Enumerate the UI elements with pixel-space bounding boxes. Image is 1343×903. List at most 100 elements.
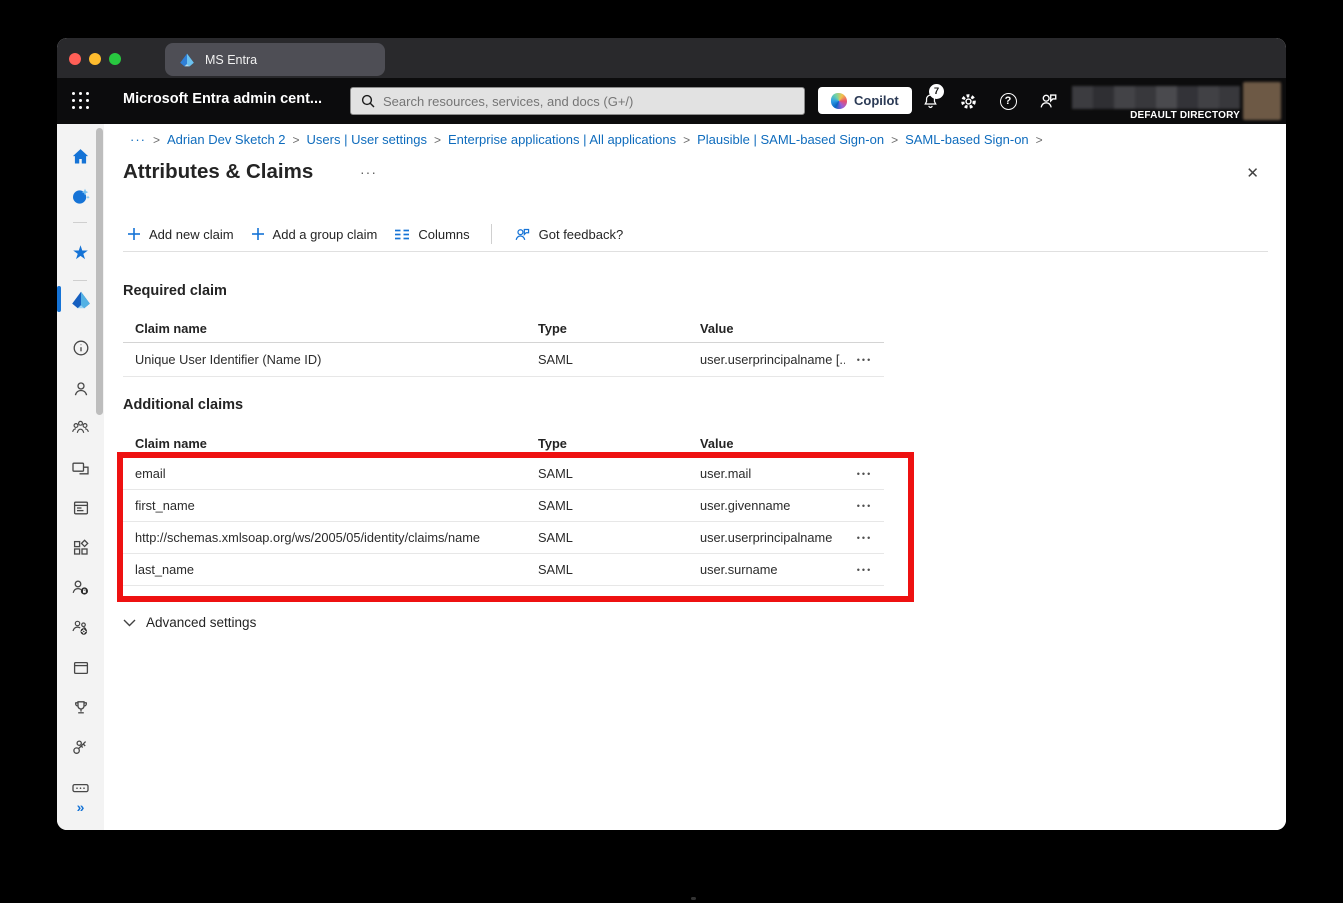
redaction-block (1219, 86, 1240, 109)
feedback-person-icon (1038, 91, 1058, 111)
selected-nav-indicator (57, 286, 61, 312)
app-window-icon (72, 499, 90, 517)
breadcrumb-item[interactable]: Users | User settings (307, 132, 427, 147)
close-icon[interactable]: ✕ (1246, 164, 1259, 182)
sidebar-item-users[interactable] (71, 379, 90, 398)
table-row[interactable]: first_name SAML user.givenname ••• (123, 490, 884, 522)
claim-type-cell: SAML (526, 498, 688, 513)
sidebar-item-password-reset[interactable] (71, 778, 90, 797)
waffle-dots (72, 92, 75, 95)
row-menu-button[interactable]: ••• (857, 501, 872, 511)
got-feedback-button[interactable]: Got feedback? (509, 226, 628, 243)
breadcrumb-item[interactable]: Enterprise applications | All applicatio… (448, 132, 676, 147)
tab-title: MS Entra (205, 53, 257, 67)
tab-strip: MS Entra (57, 38, 1286, 78)
home-icon (71, 147, 90, 166)
row-menu-button[interactable]: ••• (857, 355, 872, 365)
global-search[interactable] (350, 87, 805, 115)
required-claim-heading: Required claim (123, 283, 227, 299)
notifications-button[interactable]: 7 (919, 90, 941, 112)
feedback-button[interactable] (1037, 90, 1059, 112)
table-row[interactable]: email SAML user.mail ••• (123, 458, 884, 490)
sidebar-item-identity-protection[interactable] (71, 738, 90, 757)
sidebar-item-overview[interactable] (71, 338, 90, 357)
add-group-claim-label: Add a group claim (273, 227, 378, 242)
col-claim-name: Claim name (123, 436, 526, 451)
redaction-block (1198, 86, 1219, 109)
columns-button[interactable]: Columns (390, 227, 473, 242)
col-value: Value (688, 321, 845, 336)
sidebar-divider (73, 222, 87, 223)
claim-value-cell: user.userprincipalname [... (688, 352, 845, 367)
got-feedback-label: Got feedback? (539, 227, 624, 242)
keys-icon (71, 738, 90, 757)
table-row[interactable]: http://schemas.xmlsoap.org/ws/2005/05/id… (123, 522, 884, 554)
col-type: Type (526, 436, 688, 451)
browser-tab[interactable]: MS Entra (165, 43, 385, 76)
row-menu-button[interactable]: ••• (857, 469, 872, 479)
advanced-settings-label: Advanced settings (146, 615, 256, 630)
help-button[interactable]: ? (997, 90, 1019, 112)
claim-name-cell: http://schemas.xmlsoap.org/ws/2005/05/id… (123, 530, 526, 545)
chevron-right-icon: > (434, 133, 441, 147)
title-more-button[interactable]: ··· (360, 164, 377, 180)
sidebar-item-groups[interactable] (71, 418, 90, 437)
app-launcher-icon[interactable] (72, 92, 90, 110)
sidebar-item-app-registrations[interactable] (71, 538, 90, 557)
minimize-window-button[interactable] (89, 53, 101, 65)
breadcrumb-item[interactable]: Plausible | SAML-based Sign-on (697, 132, 884, 147)
search-input[interactable] (383, 94, 763, 109)
copilot-button[interactable]: Copilot (818, 87, 912, 114)
star-icon: ★ (72, 244, 89, 263)
claim-type-cell: SAML (526, 352, 688, 367)
sidebar-item-whats-new[interactable] (71, 187, 90, 206)
sidebar-item-favorites[interactable]: ★ (71, 244, 90, 263)
claim-name-cell: first_name (123, 498, 526, 513)
sidebar-scrollbar[interactable] (96, 128, 103, 415)
breadcrumb-overflow[interactable]: ··· (130, 132, 146, 147)
claim-type-cell: SAML (526, 466, 688, 481)
row-menu-button[interactable]: ••• (857, 565, 872, 575)
add-new-claim-label: Add new claim (149, 227, 234, 242)
columns-label: Columns (418, 227, 469, 242)
claim-type-cell: SAML (526, 562, 688, 577)
chevron-down-icon (123, 618, 136, 627)
row-menu-button[interactable]: ••• (857, 533, 872, 543)
sparkle-icon (71, 187, 90, 206)
info-icon (72, 339, 90, 357)
breadcrumb-item[interactable]: Adrian Dev Sketch 2 (167, 132, 286, 147)
gear-icon (959, 92, 978, 111)
sidebar-item-awards[interactable] (71, 698, 90, 717)
col-value: Value (688, 436, 845, 451)
close-window-button[interactable] (69, 53, 81, 65)
advanced-settings-toggle[interactable]: Advanced settings (123, 615, 256, 630)
sidebar-item-devices[interactable] (71, 458, 90, 477)
redacted-account-info (1072, 86, 1240, 109)
help-icon: ? (1000, 93, 1017, 110)
breadcrumb-item[interactable]: SAML-based Sign-on (905, 132, 1029, 147)
sidebar-item-applications[interactable] (71, 498, 90, 517)
person-lock-icon (71, 578, 90, 597)
table-row[interactable]: Unique User Identifier (Name ID) SAML us… (123, 343, 884, 377)
fullscreen-window-button[interactable] (109, 53, 121, 65)
sidebar-item-entra-id[interactable] (71, 290, 90, 309)
notification-badge: 7 (929, 84, 944, 99)
browser-frame-icon (72, 659, 90, 677)
copilot-label: Copilot (854, 93, 899, 108)
chevron-right-icon: > (683, 133, 690, 147)
account-avatar[interactable] (1243, 82, 1281, 120)
entra-id-icon (71, 291, 91, 309)
settings-button[interactable] (957, 90, 979, 112)
table-header-row: Claim name Type Value (123, 314, 884, 343)
page-title: Attributes & Claims (123, 160, 313, 184)
sidebar-item-admin-units[interactable] (71, 618, 90, 637)
sidebar-item-home[interactable] (71, 147, 90, 166)
add-new-claim-button[interactable]: Add new claim (123, 227, 238, 242)
add-group-claim-button[interactable]: Add a group claim (247, 227, 382, 242)
sidebar-item-roles-admins[interactable] (71, 578, 90, 597)
sidebar-item-billing[interactable] (71, 658, 90, 677)
table-row[interactable]: last_name SAML user.surname ••• (123, 554, 884, 586)
sidebar-expand-button[interactable]: » (71, 797, 90, 816)
chevron-right-icon: > (293, 133, 300, 147)
redaction-block (1093, 86, 1114, 109)
